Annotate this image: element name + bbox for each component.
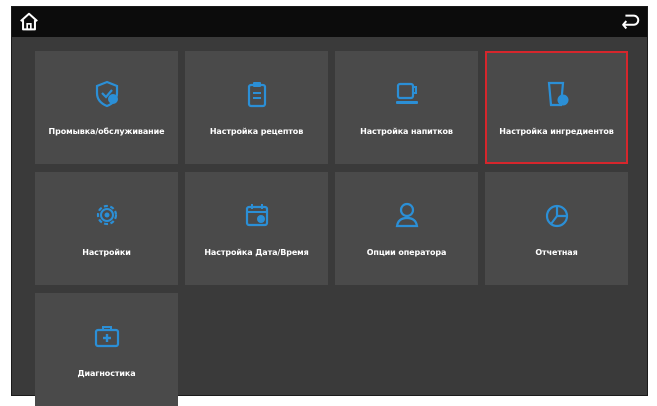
tile-label: Настройки bbox=[82, 248, 131, 257]
tile-diagnostics[interactable]: Диагностика bbox=[35, 293, 178, 406]
user-icon bbox=[390, 198, 424, 232]
tile-label: Настройка ингредиентов bbox=[499, 127, 614, 136]
canister-icon bbox=[540, 77, 574, 111]
tile-operator-options[interactable]: Опции оператора bbox=[335, 172, 478, 285]
menu-grid: Промывка/обслуживание Настройка рецептов bbox=[35, 51, 628, 406]
cup-icon bbox=[390, 77, 424, 111]
top-bar bbox=[12, 7, 647, 37]
tile-drink-settings[interactable]: Настройка напитков bbox=[335, 51, 478, 164]
tile-label: Диагностика bbox=[77, 369, 136, 378]
tile-label: Настройка Дата/Время bbox=[204, 248, 309, 257]
tile-recipe-settings[interactable]: Настройка рецептов bbox=[185, 51, 328, 164]
medical-kit-icon bbox=[90, 319, 124, 353]
app-screen: Промывка/обслуживание Настройка рецептов bbox=[11, 6, 648, 406]
back-arrow-icon[interactable] bbox=[619, 11, 641, 33]
tile-settings[interactable]: Настройки bbox=[35, 172, 178, 285]
shield-icon bbox=[90, 77, 124, 111]
tile-cleaning-maintenance[interactable]: Промывка/обслуживание bbox=[35, 51, 178, 164]
tile-label: Промывка/обслуживание bbox=[48, 127, 165, 136]
tile-label: Настройка рецептов bbox=[209, 127, 304, 136]
tile-label: Отчетная bbox=[535, 248, 578, 257]
tile-reports[interactable]: Отчетная bbox=[485, 172, 628, 285]
clipboard-icon bbox=[240, 77, 274, 111]
home-icon[interactable] bbox=[18, 11, 40, 33]
tile-ingredient-settings[interactable]: Настройка ингредиентов bbox=[485, 51, 628, 164]
gear-icon bbox=[90, 198, 124, 232]
tile-label: Опции оператора bbox=[366, 248, 447, 257]
calendar-icon bbox=[240, 198, 274, 232]
tile-date-time[interactable]: Настройка Дата/Время bbox=[185, 172, 328, 285]
tile-label: Настройка напитков bbox=[360, 127, 453, 136]
pie-chart-icon bbox=[540, 198, 574, 232]
